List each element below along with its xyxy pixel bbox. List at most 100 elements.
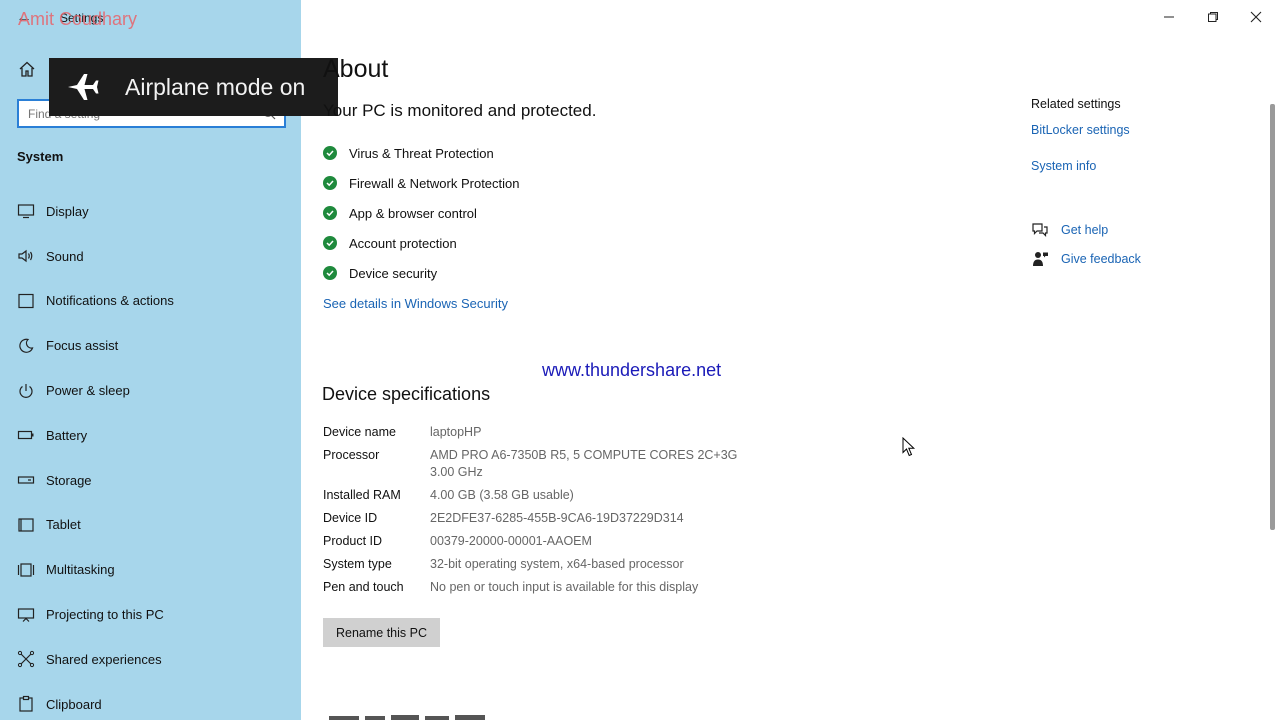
sidebar-item-storage[interactable]: Storage xyxy=(0,458,301,503)
spec-row: Device name laptopHP xyxy=(323,424,750,441)
rename-pc-button[interactable]: Rename this PC xyxy=(323,618,440,647)
protection-status-title: Your PC is monitored and protected. xyxy=(323,101,597,120)
notifications-icon xyxy=(18,293,34,309)
sidebar-item-label: Tablet xyxy=(46,517,81,533)
sidebar-item-power-sleep[interactable]: Power & sleep xyxy=(0,368,301,413)
sidebar-item-label: Storage xyxy=(46,472,92,488)
spec-value: 32-bit operating system, x64-based proce… xyxy=(430,557,684,571)
protection-label: Firewall & Network Protection xyxy=(349,175,520,191)
cutoff-heading-fragment xyxy=(329,715,485,720)
spec-value: No pen or touch input is available for t… xyxy=(430,580,699,594)
power-icon xyxy=(19,383,33,398)
sidebar-item-label: Shared experiences xyxy=(46,651,162,667)
airplane-mode-toast: Airplane mode on xyxy=(49,58,338,116)
spec-key: System type xyxy=(323,557,392,571)
related-settings-title: Related settings xyxy=(1031,97,1121,111)
clipboard-icon xyxy=(19,696,33,712)
check-icon xyxy=(323,146,337,160)
protection-item: Virus & Threat Protection xyxy=(323,138,520,168)
airplane-icon xyxy=(68,74,99,100)
spec-key: Product ID xyxy=(323,534,383,548)
tablet-icon xyxy=(18,518,34,532)
spec-key: Pen and touch xyxy=(323,580,404,594)
related-settings: Related settings BitLocker settings Syst… xyxy=(1031,97,1141,266)
watermark-name: Amit Coudhary xyxy=(18,9,138,29)
check-icon xyxy=(323,206,337,220)
sidebar-item-label: Battery xyxy=(46,427,88,443)
scrollbar[interactable] xyxy=(1270,104,1275,530)
spec-row: Pen and touch No pen or touch input is a… xyxy=(323,579,750,596)
mouse-cursor-icon xyxy=(902,437,916,457)
spec-key: Installed RAM xyxy=(323,488,401,502)
sidebar-item-shared-experiences[interactable]: Shared experiences xyxy=(0,637,301,682)
bitlocker-settings-link[interactable]: BitLocker settings xyxy=(1031,123,1130,137)
give-feedback-row[interactable]: Give feedback xyxy=(1031,250,1141,268)
spec-value: laptopHP xyxy=(430,425,482,439)
protection-list: Virus & Threat Protection Firewall & Net… xyxy=(323,138,520,288)
spec-key: Processor xyxy=(323,448,380,462)
sidebar-item-clipboard[interactable]: Clipboard xyxy=(0,682,301,720)
protection-item: Firewall & Network Protection xyxy=(323,168,520,198)
spec-value: 2E2DFE37-6285-455B-9CA6-19D37229D314 xyxy=(430,511,684,525)
sidebar-item-label: Projecting to this PC xyxy=(46,607,164,623)
spec-value: AMD PRO A6-7350B R5, 5 COMPUTE CORES 2C+… xyxy=(430,448,738,479)
protection-label: Account protection xyxy=(349,235,457,251)
sidebar-item-label: Focus assist xyxy=(46,338,119,354)
sidebar-item-label: Notifications & actions xyxy=(46,293,174,309)
sidebar-item-label: Sound xyxy=(46,248,84,264)
sidebar-item-tablet[interactable]: Tablet xyxy=(0,503,301,548)
sidebar-item-display[interactable]: Display xyxy=(0,189,301,234)
home-icon[interactable] xyxy=(18,60,36,78)
watermark-site: www.thundershare.net xyxy=(542,360,722,380)
give-feedback-link[interactable]: Give feedback xyxy=(1061,252,1141,266)
protection-item: Device security xyxy=(323,258,520,288)
projecting-icon xyxy=(17,607,35,622)
check-icon xyxy=(323,236,337,250)
sidebar-item-projecting[interactable]: Projecting to this PC xyxy=(0,592,301,637)
sidebar-item-battery[interactable]: Battery xyxy=(0,413,301,458)
sidebar-item-label: Clipboard xyxy=(46,696,102,712)
sidebar-item-label: Multitasking xyxy=(46,562,115,578)
protection-label: Virus & Threat Protection xyxy=(349,145,494,161)
check-icon xyxy=(323,266,337,280)
page-title: About xyxy=(323,55,389,83)
battery-icon xyxy=(17,431,34,440)
get-help-icon xyxy=(1032,223,1048,237)
sidebar-item-label: Power & sleep xyxy=(46,383,130,399)
protection-item: App & browser control xyxy=(323,198,520,228)
spec-row: Device ID 2E2DFE37-6285-455B-9CA6-19D372… xyxy=(323,510,750,527)
device-specs-table: Device name laptopHP Processor AMD PRO A… xyxy=(323,424,750,602)
system-info-link[interactable]: System info xyxy=(1031,159,1096,173)
main-content: About Your PC is monitored and protected… xyxy=(301,0,1280,720)
protection-label: App & browser control xyxy=(349,205,477,221)
display-icon xyxy=(17,204,35,219)
get-help-row[interactable]: Get help xyxy=(1031,221,1108,239)
get-help-link[interactable]: Get help xyxy=(1061,223,1108,237)
sound-icon xyxy=(18,249,33,263)
protection-label: Device security xyxy=(349,265,438,281)
focus-assist-icon xyxy=(19,338,34,353)
spec-key: Device name xyxy=(323,425,396,439)
storage-icon xyxy=(17,476,35,484)
sidebar-item-label: Display xyxy=(46,203,89,219)
check-icon xyxy=(323,176,337,190)
protection-item: Account protection xyxy=(323,228,520,258)
multitasking-icon xyxy=(17,563,35,577)
shared-experiences-icon xyxy=(17,651,35,668)
spec-row: Installed RAM 4.00 GB (3.58 GB usable) xyxy=(323,487,750,504)
spec-value: 4.00 GB (3.58 GB usable) xyxy=(430,488,574,502)
sidebar-nav: Display Sound Notifications & actions Fo… xyxy=(0,189,301,720)
spec-value: 00379-20000-00001-AAOEM xyxy=(430,534,592,548)
sidebar-item-notifications[interactable]: Notifications & actions xyxy=(0,279,301,324)
sidebar-item-focus-assist[interactable]: Focus assist xyxy=(0,323,301,368)
toast-label: Airplane mode on xyxy=(125,73,306,100)
give-feedback-icon xyxy=(1033,252,1048,266)
sidebar-item-sound[interactable]: Sound xyxy=(0,234,301,279)
section-title-system: System xyxy=(17,149,64,164)
spec-row: System type 32-bit operating system, x64… xyxy=(323,556,750,573)
sidebar-item-multitasking[interactable]: Multitasking xyxy=(0,547,301,592)
spec-row: Processor AMD PRO A6-7350B R5, 5 COMPUTE… xyxy=(323,447,750,481)
spec-row: Product ID 00379-20000-00001-AAOEM xyxy=(323,533,750,550)
spec-key: Device ID xyxy=(323,511,378,525)
windows-security-link[interactable]: See details in Windows Security xyxy=(323,296,508,311)
